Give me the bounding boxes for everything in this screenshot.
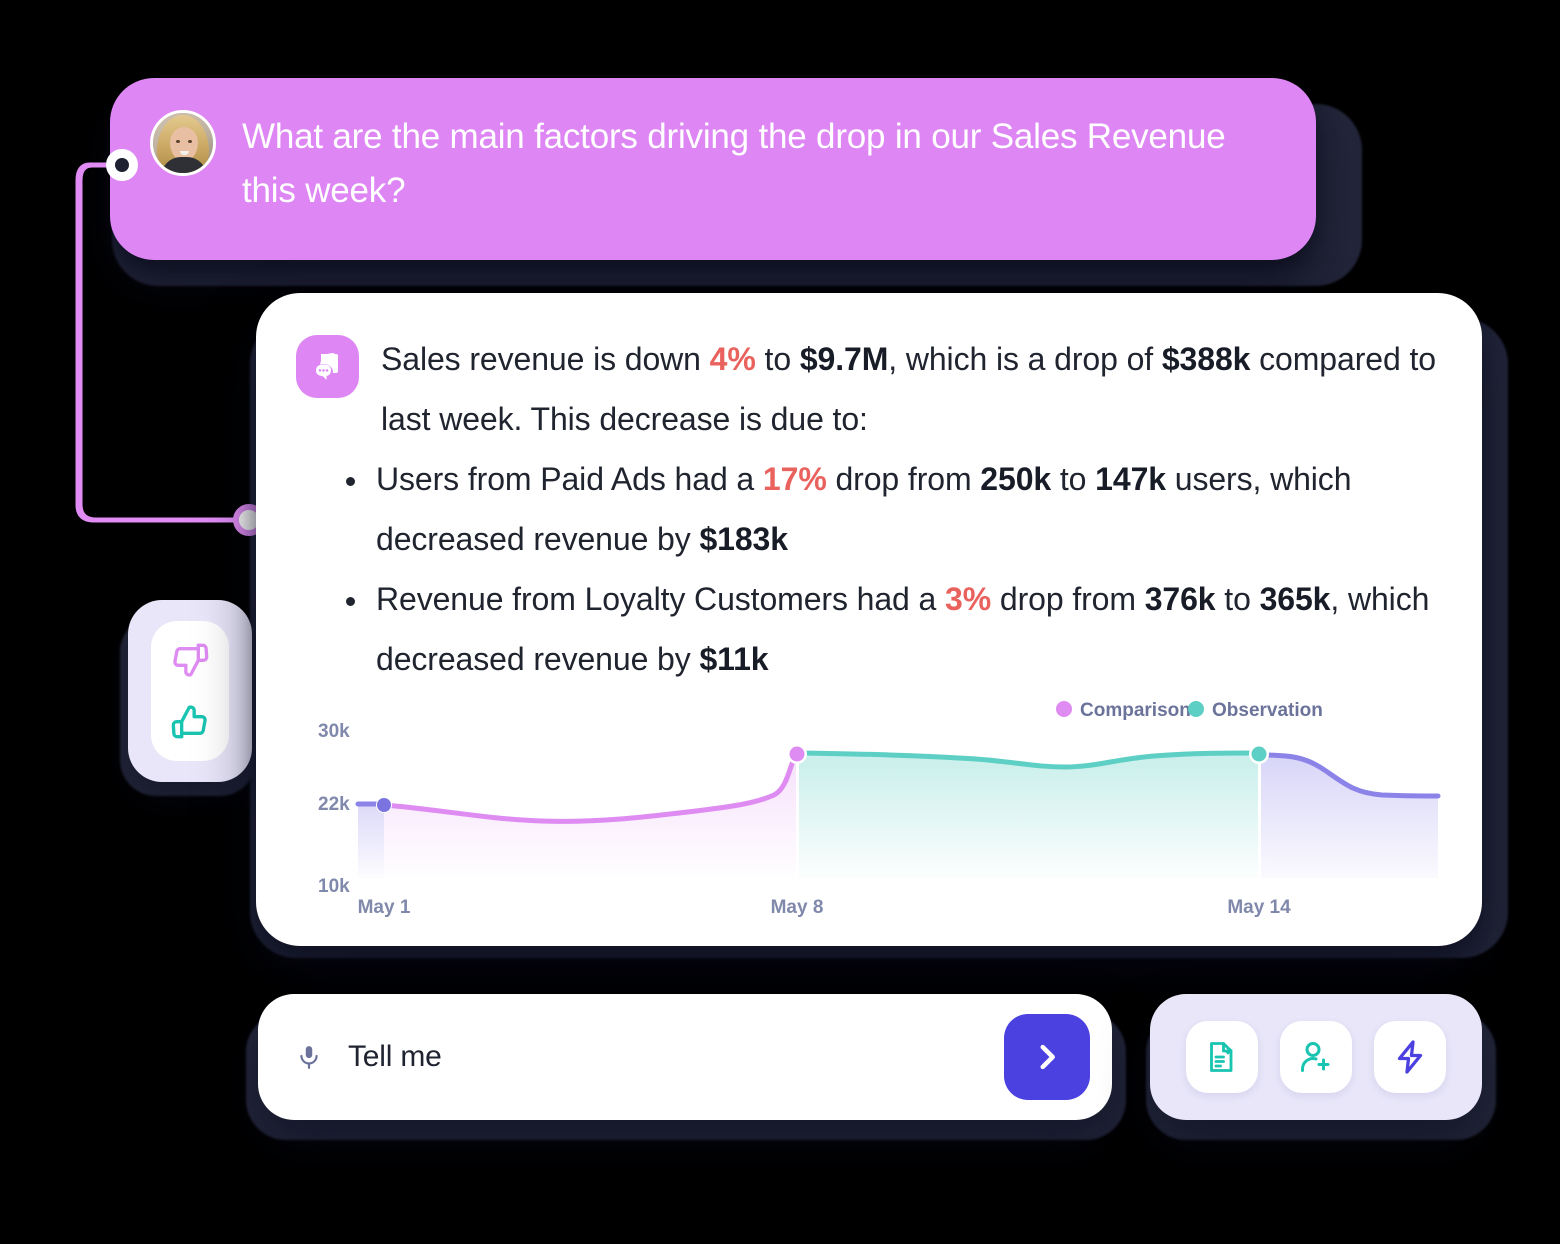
legend-dot bbox=[1188, 701, 1204, 717]
legend-label: Comparison bbox=[1080, 700, 1191, 721]
y-tick-label: 10k bbox=[318, 876, 350, 897]
thumbs-down-icon[interactable] bbox=[168, 640, 212, 684]
bullet-1-p2: drop from bbox=[991, 581, 1145, 617]
x-tick-label: May 14 bbox=[1227, 897, 1291, 918]
message-input[interactable] bbox=[326, 1040, 1004, 1074]
revenue-trend-chart: 30k 22k 10k May 1 May 8 May 14 Compariso… bbox=[296, 693, 1446, 923]
bullet-0-p3: to bbox=[1051, 461, 1096, 497]
data-point-marker bbox=[1251, 746, 1267, 762]
list-item: Revenue from Loyalty Customers had a 3% … bbox=[344, 569, 1438, 689]
user-question-text: What are the main factors driving the dr… bbox=[242, 117, 1226, 210]
chart-legend: Comparison Observation bbox=[1056, 700, 1323, 721]
bullet-1-from: 376k bbox=[1144, 581, 1216, 617]
summary-part-2: to bbox=[755, 341, 800, 377]
legend-dot bbox=[1056, 701, 1072, 717]
bullet-0-from: 250k bbox=[980, 461, 1052, 497]
bullet-0-percent: 17% bbox=[762, 461, 827, 497]
summary-part-3: , which is a drop of bbox=[888, 341, 1162, 377]
feedback-buttons-group bbox=[151, 621, 229, 761]
report-document-icon[interactable] bbox=[1186, 1021, 1258, 1093]
user-avatar-photo bbox=[150, 110, 216, 176]
bullet-1-p1: Revenue from Loyalty Customers had a bbox=[376, 581, 946, 617]
bullet-0-p2: drop from bbox=[826, 461, 981, 497]
thumbs-up-icon[interactable] bbox=[168, 698, 212, 742]
assistant-header: Sales revenue is down 4% to $9.7M, which… bbox=[296, 329, 1438, 449]
data-point-marker bbox=[789, 746, 805, 762]
assistant-bullet-list: Users from Paid Ads had a 17% drop from … bbox=[296, 449, 1438, 689]
legend-label: Observation bbox=[1212, 700, 1323, 721]
bullet-1-to: 365k bbox=[1259, 581, 1331, 617]
bullet-0-to: 147k bbox=[1095, 461, 1166, 497]
bullet-0-impact: $183k bbox=[699, 521, 788, 557]
message-composer bbox=[258, 994, 1112, 1120]
microphone-icon[interactable] bbox=[292, 1037, 326, 1077]
lightning-bolt-icon[interactable] bbox=[1374, 1021, 1446, 1093]
summary-part-1: Sales revenue is down bbox=[381, 341, 710, 377]
series-area-projection bbox=[1261, 755, 1438, 878]
add-user-icon[interactable] bbox=[1280, 1021, 1352, 1093]
bullet-0-p1: Users from Paid Ads had a bbox=[376, 461, 763, 497]
bullet-1-percent: 3% bbox=[945, 581, 992, 617]
series-area-leading bbox=[358, 805, 384, 878]
send-button[interactable] bbox=[1004, 1014, 1090, 1100]
list-item: Users from Paid Ads had a 17% drop from … bbox=[344, 449, 1438, 569]
x-tick-label: May 1 bbox=[358, 897, 411, 918]
y-tick-label: 30k bbox=[318, 721, 350, 742]
feedback-panel bbox=[128, 600, 252, 782]
assistant-logo-icon bbox=[296, 335, 359, 398]
summary-delta: $388k bbox=[1161, 341, 1251, 377]
assistant-summary-text: Sales revenue is down 4% to $9.7M, which… bbox=[381, 329, 1438, 449]
bullet-1-impact: $11k bbox=[699, 641, 769, 677]
user-message-bubble: What are the main factors driving the dr… bbox=[110, 78, 1316, 260]
summary-percent: 4% bbox=[709, 341, 756, 377]
series-area-comparison bbox=[384, 755, 796, 878]
series-area-observation bbox=[799, 753, 1258, 878]
data-point-marker bbox=[377, 798, 391, 812]
x-tick-label: May 8 bbox=[771, 897, 824, 918]
bullet-1-p3: to bbox=[1215, 581, 1260, 617]
summary-value: $9.7M bbox=[799, 341, 889, 377]
quick-actions-tray bbox=[1150, 994, 1482, 1120]
y-tick-label: 22k bbox=[318, 794, 350, 815]
assistant-response-card: Sales revenue is down 4% to $9.7M, which… bbox=[256, 293, 1482, 946]
